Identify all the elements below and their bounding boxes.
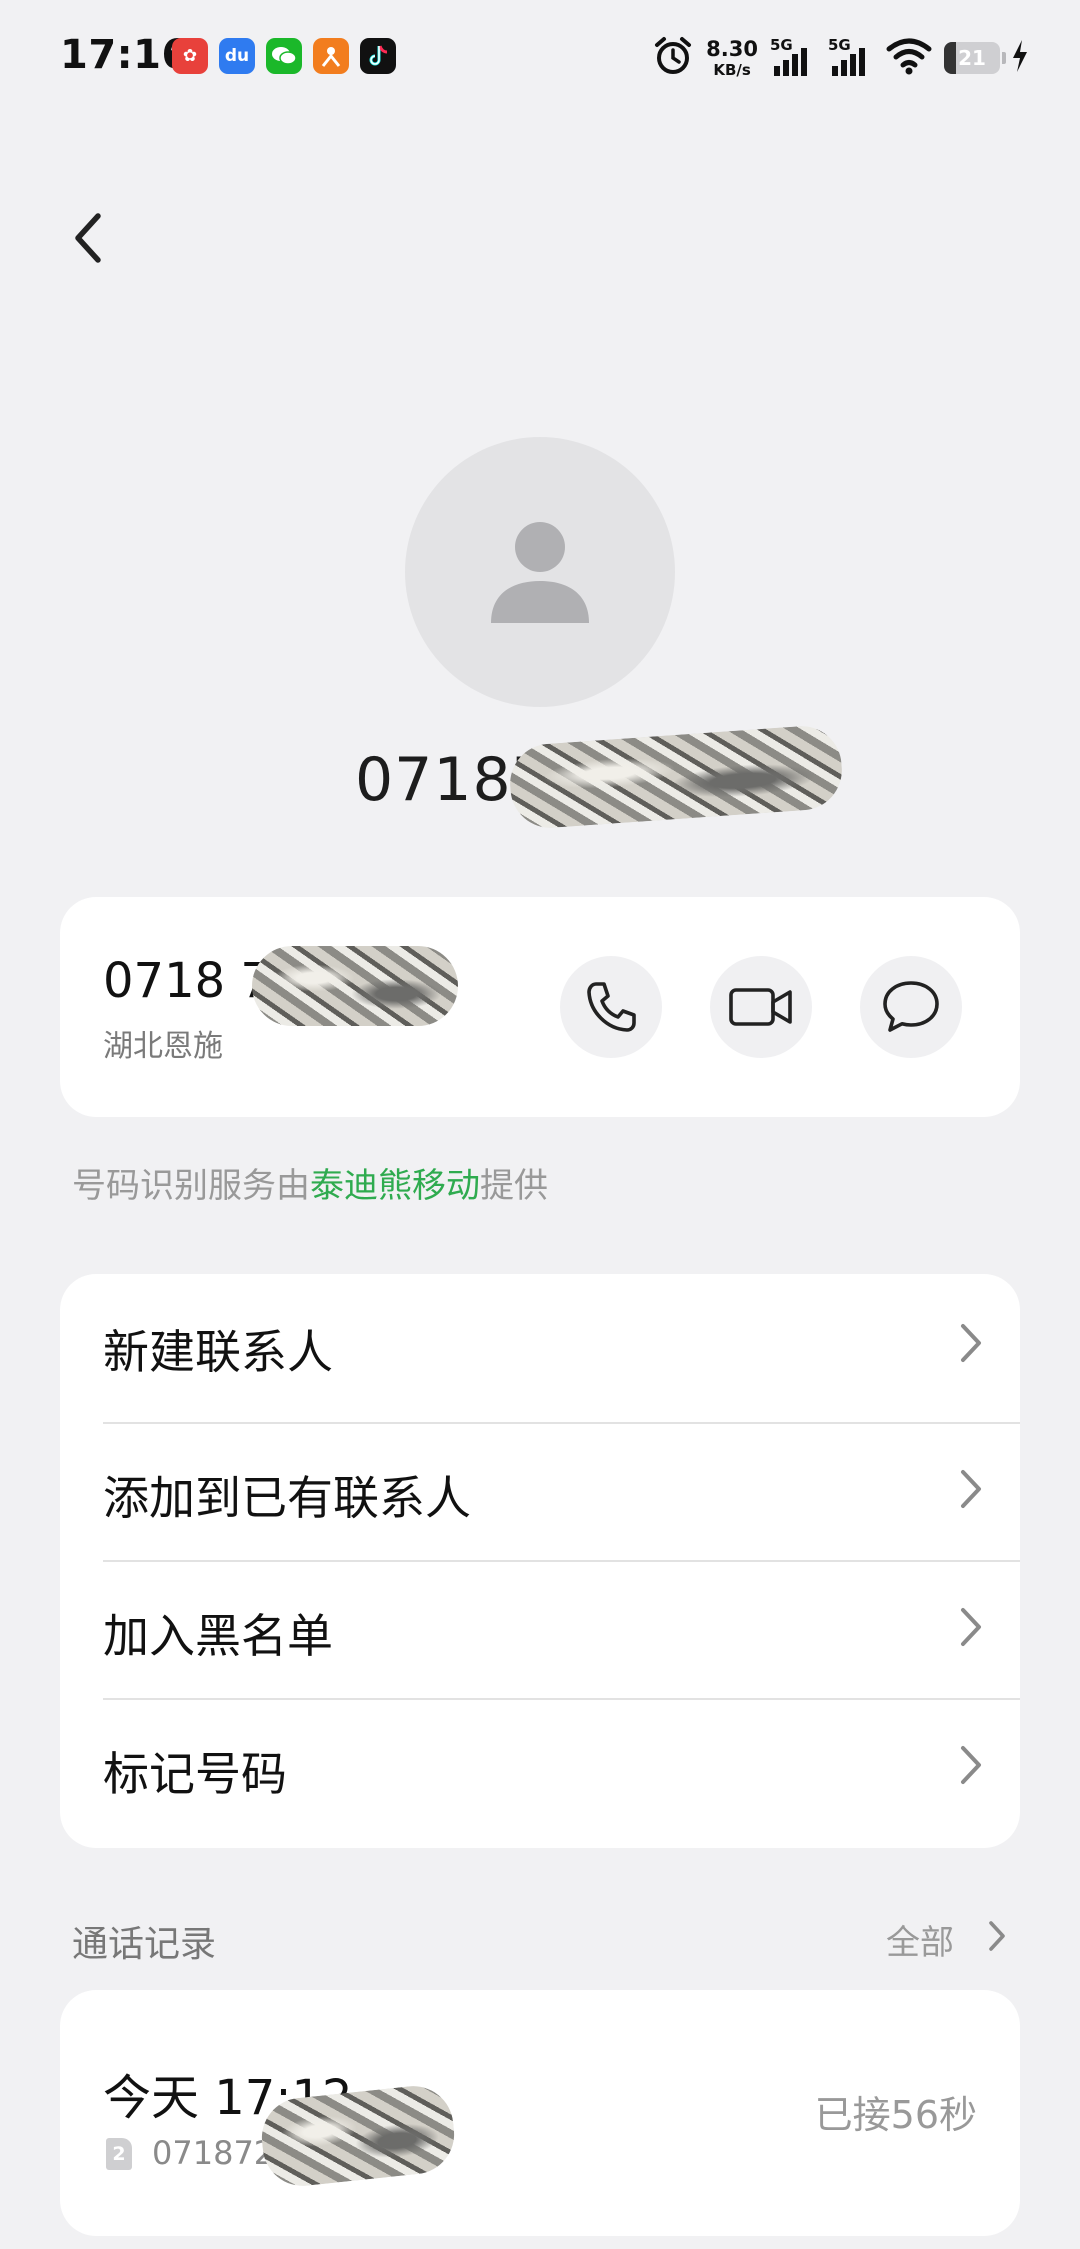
chevron-left-icon [75, 213, 101, 263]
wechat-icon [266, 38, 302, 74]
menu-item-new-contact[interactable]: 新建联系人 [60, 1274, 1020, 1412]
actions-menu: 新建联系人 添加到已有联系人 加入黑名单 标记号码 [60, 1274, 1020, 1848]
call-log-entry[interactable]: 今天 17:12 2 071872 已接56秒 [60, 1990, 1020, 2236]
message-button[interactable] [860, 956, 962, 1058]
chat-bubble-icon [883, 981, 939, 1032]
number-card: 0718 7 湖北恩施 [60, 897, 1020, 1117]
call-log-header: 通话记录 全部 [72, 1909, 1008, 1969]
chevron-right-icon[interactable] [986, 1917, 1008, 1955]
sim-card-icon: 2 [106, 2138, 132, 2170]
tiktok-icon [360, 38, 396, 74]
provider-name: 泰迪熊移动 [310, 1166, 480, 1206]
notification-app-icons: ✿ du [172, 38, 396, 74]
menu-item-add-to-existing[interactable]: 添加到已有联系人 [60, 1420, 1020, 1558]
call-button[interactable] [560, 956, 662, 1058]
battery-icon: 21 [944, 42, 1006, 74]
phone-number: 0718 7 [103, 953, 271, 1009]
view-all-link[interactable]: 全部 [886, 1915, 954, 1964]
signal-icon-sim2: 5G [828, 36, 874, 80]
back-button[interactable] [62, 206, 114, 270]
avatar [405, 437, 675, 707]
chevron-right-icon [961, 1470, 981, 1508]
menu-item-mark-number[interactable]: 标记号码 [60, 1696, 1020, 1834]
phone-icon [587, 982, 636, 1032]
app-icon-4 [313, 38, 349, 74]
call-number: 071872 [152, 2134, 275, 2172]
redaction-mark [252, 946, 458, 1026]
alarm-icon [652, 35, 694, 81]
baidu-icon: du [219, 38, 255, 74]
charging-icon [1012, 40, 1028, 76]
number-recognition-note: 号码识别服务由泰迪熊移动提供 [72, 1166, 548, 1206]
chevron-right-icon [961, 1746, 981, 1784]
person-icon [491, 522, 589, 623]
menu-item-block[interactable]: 加入黑名单 [60, 1558, 1020, 1696]
network-speed: 8.30 KB/s [706, 36, 758, 79]
redaction-mark [507, 723, 845, 831]
call-log-title: 通话记录 [72, 1924, 217, 1965]
video-call-button[interactable] [710, 956, 812, 1058]
wifi-icon [886, 37, 932, 79]
status-bar: 17:16 ✿ du 8.30 KB/s 5G 5G 21 [0, 0, 1080, 116]
video-icon [729, 988, 792, 1026]
call-status: 已接56秒 [814, 2093, 977, 2137]
app-icon-1: ✿ [172, 38, 208, 74]
chevron-right-icon [961, 1608, 981, 1646]
signal-icon-sim1: 5G [770, 36, 816, 80]
number-location: 湖北恩施 [103, 1029, 223, 1064]
chevron-right-icon [961, 1324, 981, 1362]
status-time: 17:16 [60, 32, 190, 78]
